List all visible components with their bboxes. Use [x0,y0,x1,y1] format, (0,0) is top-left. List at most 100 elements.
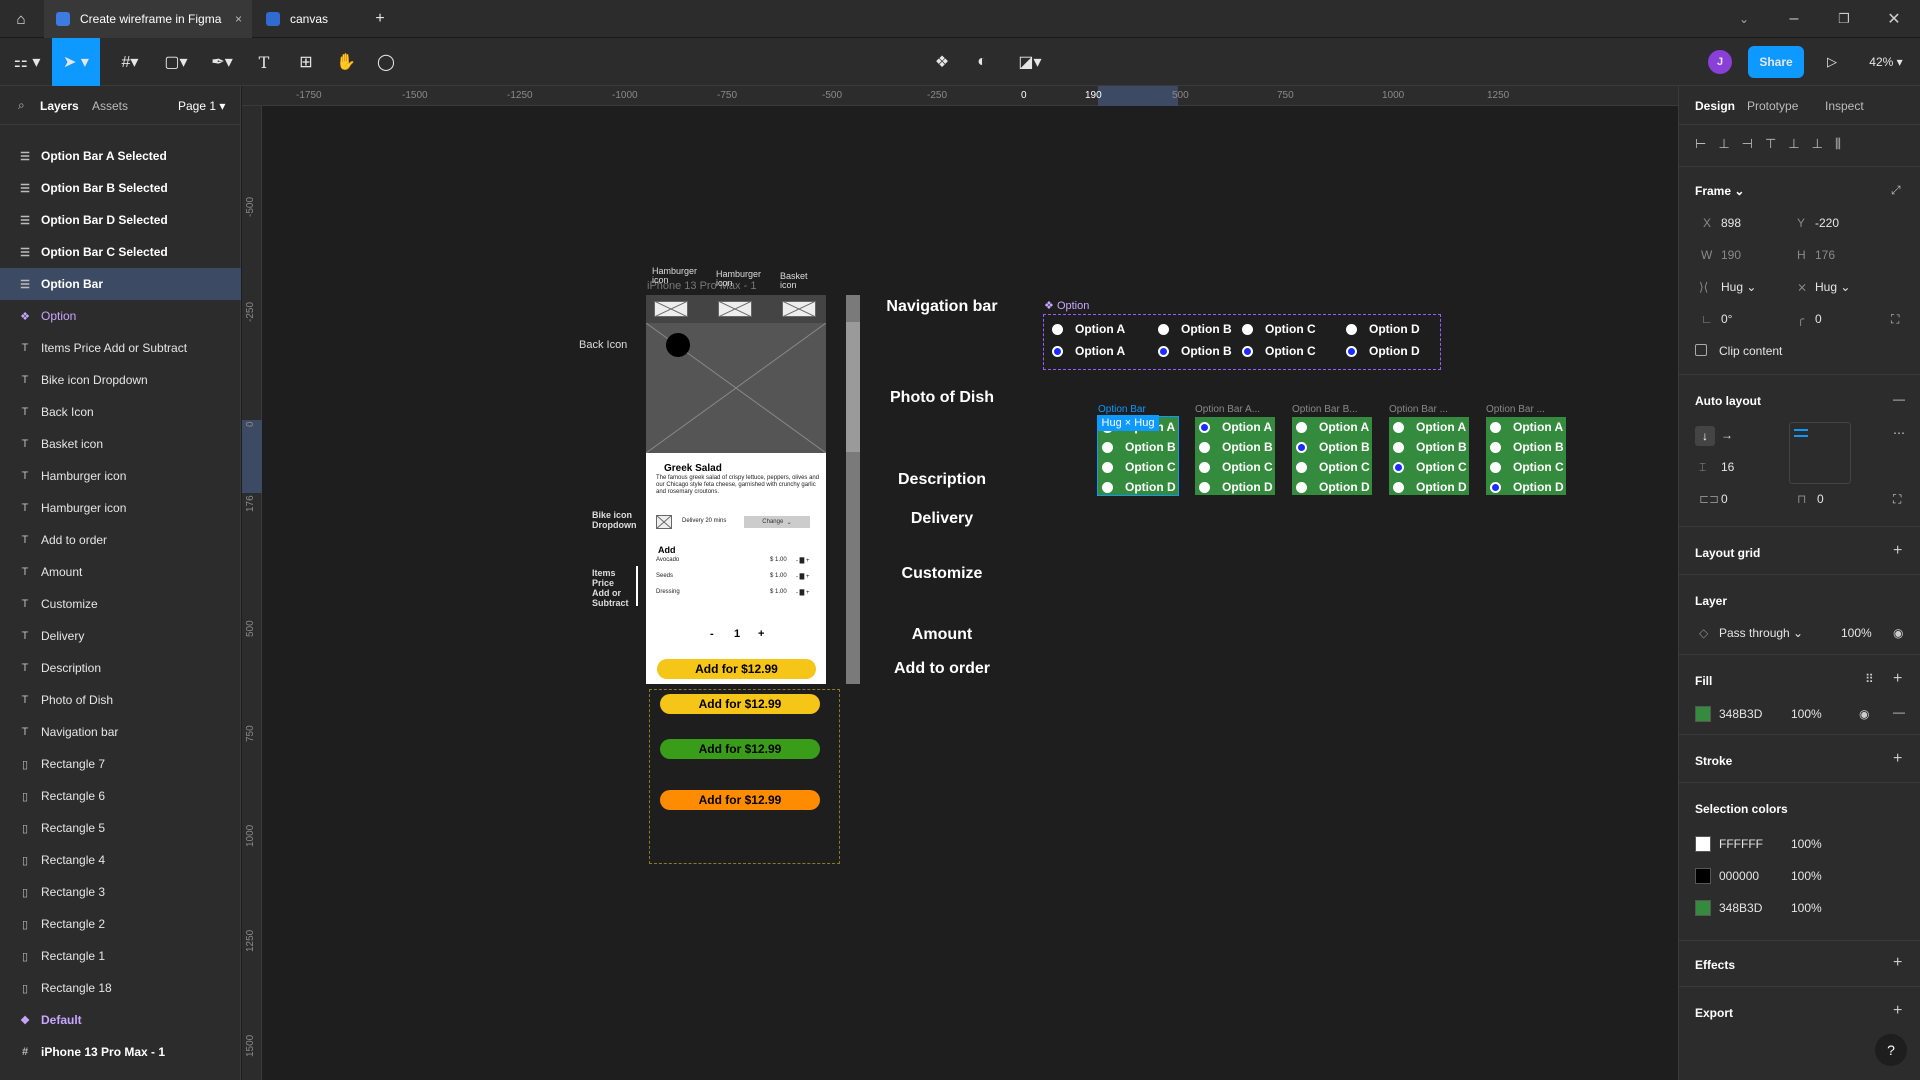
option-row[interactable]: Option C [1296,457,1370,477]
style-icon[interactable]: ⠿ [1865,672,1874,686]
color-swatch[interactable] [1695,836,1711,852]
zoom-dropdown[interactable]: 42% ▾ [1864,46,1908,78]
close-window-icon[interactable]: ✕ [1884,3,1904,35]
layer-row[interactable]: T Hamburger icon [0,460,241,492]
option-row[interactable]: Option D [1296,477,1370,497]
option-row[interactable]: Option C [1490,457,1564,477]
vertical-padding-input[interactable]: 0 [1817,492,1824,506]
alignment-box[interactable] [1789,422,1851,484]
option-bar[interactable]: Option A Option B Option C Option D [1292,417,1372,495]
layer-row[interactable]: ▯ Rectangle 7 [0,748,241,780]
resize-icon[interactable]: ⤢ [1891,183,1901,198]
eye-icon[interactable]: ◉ [1893,626,1903,640]
layer-row[interactable]: ▯ Rectangle 2 [0,908,241,940]
qty-minus-button[interactable]: - [710,628,714,640]
color-swatch[interactable] [1695,900,1711,916]
frame-tool-icon[interactable]: #▾ [112,46,148,78]
addon-stepper[interactable]: - ▇ + [796,573,809,580]
option-row[interactable]: Option B [1102,437,1176,457]
minimize-icon[interactable]: – [1784,3,1804,35]
layer-row[interactable]: ▯ Rectangle 3 [0,876,241,908]
option-bar[interactable]: Option A Option B Option C Option D [1486,417,1566,495]
option-variant-selected[interactable]: Option A [1052,344,1125,358]
add-effect-icon[interactable]: + [1893,954,1902,972]
add-stroke-icon[interactable]: + [1893,750,1902,768]
color-opacity[interactable]: 100% [1791,837,1822,851]
option-bar-title[interactable]: Option Bar A... [1195,404,1275,415]
page-selector[interactable]: Page 1 ▾ [178,99,225,113]
move-tool-icon[interactable]: ➤ ▾ [52,38,100,86]
option-bar-title[interactable]: Option Bar B... [1292,404,1372,415]
option-row[interactable]: Option A [1393,417,1466,437]
home-icon[interactable]: ⌂ [8,3,34,35]
search-icon[interactable]: ⌕ [18,98,25,113]
tab-canvas[interactable]: canvas [264,0,362,38]
layer-row[interactable]: ☰ Option Bar D Selected [0,204,241,236]
option-row[interactable]: Option C [1393,457,1467,477]
option-variant-default[interactable]: Option A [1052,322,1125,336]
clip-content-checkbox[interactable] [1695,344,1707,356]
y-input[interactable]: -220 [1815,216,1839,230]
add-fill-icon[interactable]: + [1893,670,1902,688]
layer-row[interactable]: ▯ Rectangle 6 [0,780,241,812]
frame-dropdown[interactable]: Frame ⌄ [1695,184,1744,198]
button-variants[interactable] [649,689,840,864]
hand-tool-icon[interactable]: ✋ [334,46,358,78]
option-variant-selected[interactable]: Option B [1158,344,1232,358]
layer-row[interactable]: T Description [0,652,241,684]
option-bar[interactable]: Option A Option B Option C Option D [1195,417,1275,495]
w-input[interactable]: 190 [1721,248,1741,262]
layer-row[interactable]: ▯ Rectangle 1 [0,940,241,972]
restore-icon[interactable]: ❐ [1834,3,1854,35]
phone-frame[interactable]: Greek Salad The famous greek salad of cr… [646,295,826,684]
align-tools[interactable]: ⊢⊥⊣⊤⊥⊥⫼ [1695,136,1853,152]
option-row[interactable]: Option D [1199,477,1273,497]
x-input[interactable]: 898 [1721,216,1741,230]
canvas[interactable]: iPhone 13 Pro Max - 1 Hamburger icon Ham… [242,86,1678,1080]
option-row[interactable]: Option C [1102,457,1176,477]
addon-stepper[interactable]: - ▇ + [796,557,809,564]
more-options-icon[interactable]: ⋯ [1893,426,1905,440]
resources-icon[interactable]: ⊞ [294,46,318,78]
rectangle-tool-icon[interactable]: ▢▾ [158,46,194,78]
basket-placeholder-icon[interactable] [782,301,816,317]
horizontal-padding-input[interactable]: 0 [1721,492,1728,506]
share-button[interactable]: Share [1748,46,1804,78]
layer-row[interactable]: T Delivery [0,620,241,652]
option-row[interactable]: Option B [1490,437,1564,457]
option-row[interactable]: Option D [1393,477,1467,497]
layer-row[interactable]: ☰ Option Bar C Selected [0,236,241,268]
color-hex[interactable]: 348B3D [1719,901,1762,915]
chevron-down-icon[interactable]: ⌄ [1734,3,1754,35]
color-opacity[interactable]: 100% [1791,901,1822,915]
option-row[interactable]: Option A [1199,417,1272,437]
remove-fill-icon[interactable]: — [1893,705,1905,719]
addon-stepper[interactable]: - ▇ + [796,589,809,596]
layer-row[interactable]: T Hamburger icon [0,492,241,524]
present-icon[interactable]: ▷ [1820,46,1844,78]
mask-icon[interactable]: ◐ [970,46,994,78]
boolean-icon[interactable]: ◪▾ [1012,46,1048,78]
option-bar-title[interactable]: Option Bar [1098,404,1178,415]
h-input[interactable]: 176 [1815,248,1835,262]
option-variant-selected[interactable]: Option C [1242,344,1316,358]
color-opacity[interactable]: 100% [1791,869,1822,883]
component-tool-icon[interactable]: ❖ [930,46,954,78]
tab-inspect[interactable]: Inspect [1825,99,1864,113]
add-export-icon[interactable]: + [1893,1002,1902,1020]
option-row[interactable]: Option B [1393,437,1467,457]
eye-icon[interactable]: ◉ [1859,707,1869,721]
layer-row[interactable]: ▯ Rectangle 5 [0,812,241,844]
layer-row[interactable]: T Bike icon Dropdown [0,364,241,396]
qty-plus-button[interactable]: + [758,628,764,640]
tab-active[interactable]: Create wireframe in Figma × [44,0,252,38]
hamburger-placeholder-icon[interactable] [718,301,752,317]
pen-tool-icon[interactable]: ✒▾ [204,46,240,78]
change-dropdown[interactable]: Change ⌄ [744,516,810,528]
layer-row[interactable]: T Add to order [0,524,241,556]
help-button[interactable]: ? [1875,1034,1907,1066]
option-row[interactable]: Option A [1490,417,1563,437]
option-row[interactable]: Option C [1199,457,1273,477]
layer-row[interactable]: T Basket icon [0,428,241,460]
layer-row[interactable]: ❖ Option [0,300,241,332]
